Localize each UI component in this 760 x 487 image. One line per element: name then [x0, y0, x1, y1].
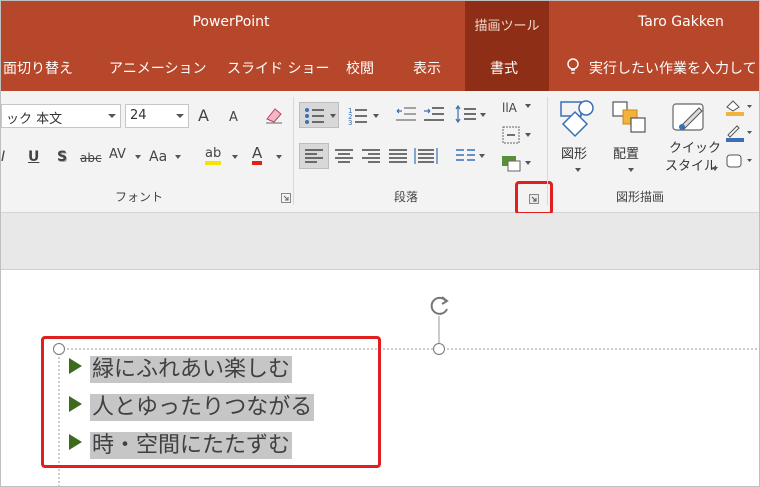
user-name[interactable]: Taro Gakken: [638, 14, 724, 30]
tab-transitions[interactable]: 面切り替え: [3, 58, 73, 78]
chevron-down-icon[interactable]: [628, 168, 634, 172]
chevron-down-icon[interactable]: [232, 155, 238, 159]
line-spacing-icon[interactable]: [454, 104, 488, 126]
chevron-down-icon[interactable]: [108, 114, 116, 118]
align-left-button[interactable]: [299, 143, 329, 169]
clear-formatting-icon[interactable]: [263, 105, 285, 125]
numbered-list-icon[interactable]: 1 2 3: [345, 104, 385, 128]
context-group-label: 描画ツール: [474, 19, 540, 34]
shape-fill-icon[interactable]: [723, 97, 753, 117]
chevron-down-icon[interactable]: [575, 168, 581, 172]
italic-icon[interactable]: I: [1, 149, 5, 165]
chevron-down-icon[interactable]: [176, 114, 184, 118]
tab-view[interactable]: 表示: [413, 58, 441, 78]
drawing-group-label: 図形描画: [616, 190, 665, 204]
lightbulb-icon: [567, 58, 579, 74]
svg-text:3: 3: [348, 119, 352, 127]
tab-slideshow[interactable]: スライド ショー: [227, 58, 329, 78]
quick-styles-label-1[interactable]: クイック: [669, 141, 721, 157]
font-size-box[interactable]: 24: [125, 104, 189, 128]
columns-icon[interactable]: [453, 145, 487, 167]
justify-icon[interactable]: [386, 145, 410, 167]
svg-text:llA: llA: [502, 101, 518, 115]
text-direction-icon[interactable]: llA: [499, 96, 533, 120]
decrease-indent-icon[interactable]: [394, 104, 418, 126]
align-left-icon: [305, 149, 323, 163]
shrink-font-icon[interactable]: A: [229, 110, 238, 126]
distributed-icon[interactable]: [413, 145, 439, 167]
group-separator: [293, 97, 294, 205]
quick-styles-icon[interactable]: [669, 98, 709, 138]
tab-format[interactable]: 書式: [490, 58, 518, 78]
textbox-highlight: [41, 336, 381, 468]
smartart-convert-icon[interactable]: [499, 151, 533, 175]
font-dialog-launcher-icon[interactable]: [281, 193, 291, 203]
chevron-down-icon[interactable]: [712, 167, 718, 171]
editor-background: [1, 213, 759, 269]
font-name-value: ック 本文: [6, 112, 63, 127]
tab-review[interactable]: 校閲: [346, 58, 374, 78]
arrange-icon[interactable]: [609, 98, 649, 138]
shape-outline-icon[interactable]: [723, 123, 753, 143]
paragraph-group-label: 段落: [394, 190, 419, 204]
align-right-icon[interactable]: [359, 145, 383, 167]
chevron-down-icon[interactable]: [135, 155, 141, 159]
tab-animations[interactable]: アニメーション: [109, 58, 206, 78]
highlight-color-icon[interactable]: ab: [205, 147, 222, 165]
align-text-icon[interactable]: [499, 123, 533, 147]
chevron-down-icon[interactable]: [175, 155, 181, 159]
font-group-label: フォント: [115, 190, 164, 204]
quick-styles-label-2[interactable]: スタイル: [665, 159, 717, 175]
strikethrough-icon[interactable]: abc: [80, 150, 102, 166]
shapes-icon[interactable]: [557, 98, 597, 138]
group-separator: [547, 97, 548, 205]
text-shadow-icon[interactable]: S: [57, 149, 67, 165]
change-case-icon[interactable]: Aa: [149, 149, 167, 165]
align-center-icon[interactable]: [332, 145, 356, 167]
bullets-button[interactable]: [299, 102, 339, 128]
char-spacing-icon[interactable]: AV: [109, 147, 126, 163]
grow-font-icon[interactable]: A: [198, 108, 209, 124]
bullet-list-icon: [305, 108, 336, 124]
rotate-handle-icon[interactable]: [425, 292, 453, 320]
resize-handle-top[interactable]: [433, 343, 445, 355]
app-title: PowerPoint: [192, 14, 270, 30]
tell-me-search[interactable]: 実行したい作業を入力してく: [589, 58, 759, 78]
increase-indent-icon[interactable]: [422, 104, 446, 126]
underline-icon[interactable]: U: [28, 149, 39, 165]
app-window: PowerPoint 描画ツール Taro Gakken 面切り替え アニメーシ…: [0, 0, 760, 487]
shape-effects-icon[interactable]: [723, 151, 753, 171]
shapes-label[interactable]: 図形: [561, 143, 587, 162]
font-color-icon[interactable]: A: [252, 146, 263, 165]
arrange-label[interactable]: 配置: [613, 143, 639, 162]
font-name-box[interactable]: ック 本文: [1, 104, 121, 128]
chevron-down-icon[interactable]: [276, 155, 282, 159]
font-size-value: 24: [130, 108, 147, 123]
